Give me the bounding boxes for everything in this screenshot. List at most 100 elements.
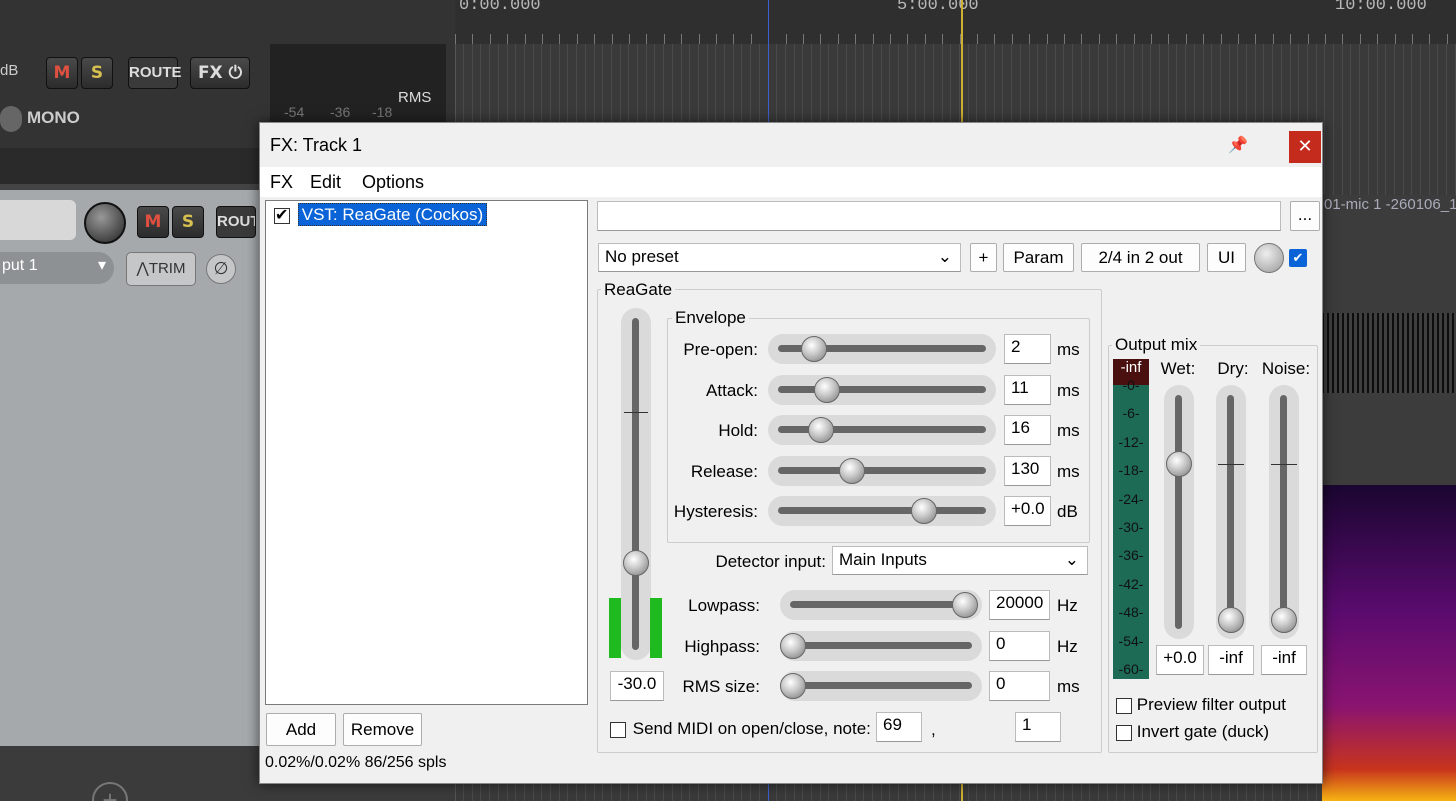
dry-knob[interactable]	[1218, 607, 1244, 633]
remove-button[interactable]: Remove	[343, 713, 422, 746]
param-button[interactable]: Param	[1003, 243, 1074, 272]
slider-knob[interactable]	[911, 498, 937, 524]
filter-param-value[interactable]: 0	[989, 671, 1050, 701]
volume-knob-icon[interactable]	[84, 202, 126, 244]
threshold-value[interactable]: -30.0	[610, 671, 664, 701]
noise-slider[interactable]	[1269, 385, 1299, 639]
slider-knob[interactable]	[780, 673, 806, 699]
fx-button[interactable]: FX ⏻	[190, 57, 250, 89]
filter-param-slider[interactable]	[780, 630, 982, 661]
media-item[interactable]: 01-mic 1 -260106_1	[1322, 195, 1456, 801]
midi-note-field[interactable]: 69	[876, 712, 922, 742]
mono-toggle-icon[interactable]	[0, 106, 22, 132]
wet-value[interactable]: +0.0	[1156, 645, 1204, 675]
bypass-checkbox[interactable]: ✔	[1289, 249, 1307, 267]
envelope-param-value[interactable]: 2	[1004, 334, 1051, 364]
filter-param-value[interactable]: 0	[989, 630, 1050, 661]
wet-slider[interactable]	[1164, 385, 1194, 639]
dry-value[interactable]: -inf	[1208, 645, 1254, 675]
menu-bar: FX Edit Options	[260, 167, 1322, 197]
ruler-tick	[524, 34, 526, 44]
io-button[interactable]: 2/4 in 2 out	[1081, 243, 1200, 272]
menu-options[interactable]: Options	[362, 172, 424, 193]
menu-fx[interactable]: FX	[270, 172, 293, 193]
envelope-param-slider[interactable]	[768, 334, 996, 364]
slider-knob[interactable]	[808, 417, 835, 443]
pin-icon[interactable]: 📌	[1228, 135, 1248, 155]
send-midi-checkbox[interactable]	[610, 721, 626, 738]
slider-knob[interactable]	[800, 336, 827, 362]
add-track-icon[interactable]: +	[92, 782, 128, 801]
input-select[interactable]: put 1 ▾	[0, 252, 114, 284]
fx-enable-checkbox[interactable]	[274, 205, 290, 225]
wet-knob[interactable]	[1166, 451, 1192, 477]
wet-knob-icon[interactable]	[1254, 243, 1284, 273]
noise-knob[interactable]	[1271, 607, 1297, 633]
route-button-2[interactable]: ROUT	[216, 206, 256, 238]
add-preset-button[interactable]: +	[970, 243, 997, 272]
envelope-param-value[interactable]: 130	[1004, 455, 1051, 486]
detector-value: Main Inputs	[839, 550, 927, 569]
envelope-param-slider[interactable]	[768, 374, 996, 405]
threshold-slider[interactable]	[621, 308, 651, 660]
fx-list-item[interactable]: VST: ReaGate (Cockos)	[274, 203, 488, 226]
filter-param-slider[interactable]	[780, 671, 982, 701]
ruler-tick	[1412, 34, 1413, 44]
preview-filter-checkbox[interactable]	[1116, 697, 1132, 714]
menu-edit[interactable]: Edit	[310, 172, 341, 193]
filter-param-slider[interactable]	[780, 590, 982, 620]
envelope-param-slider[interactable]	[768, 455, 996, 486]
timeline-ruler[interactable]: 0:00.000 5:00.000 10:00.000	[455, 0, 1456, 44]
midi-channel-field[interactable]: 1	[1015, 712, 1061, 742]
ruler-tick	[716, 34, 717, 44]
route-button[interactable]: ROUTE	[128, 57, 182, 89]
envelope-param-value[interactable]: 16	[1004, 415, 1051, 445]
solo-button[interactable]: S	[81, 57, 113, 89]
envelope-param-label: Hold:	[718, 421, 758, 440]
mute-button-2[interactable]: M	[137, 206, 169, 238]
phase-icon[interactable]: ∅	[206, 254, 236, 284]
dry-slider[interactable]	[1216, 385, 1246, 639]
slider-knob[interactable]	[952, 592, 979, 618]
envelope-param-slider[interactable]	[768, 496, 996, 526]
trim-button[interactable]: ⋀TRIM	[126, 252, 196, 286]
noise-value[interactable]: -inf	[1261, 645, 1307, 675]
plugin-text-field[interactable]	[597, 201, 1281, 231]
ruler-tick	[1151, 34, 1152, 44]
meter-scale-label: -24-	[1118, 490, 1144, 507]
wet-label: Wet:	[1160, 359, 1196, 378]
ruler-tick	[1011, 34, 1013, 44]
track-name-field[interactable]	[0, 200, 76, 240]
ruler-tick	[750, 34, 752, 44]
add-button[interactable]: Add	[266, 713, 336, 746]
invert-gate-checkbox[interactable]	[1116, 724, 1132, 741]
ruler-tick	[1359, 34, 1361, 44]
meter-scale-label: -30-	[1118, 519, 1144, 535]
filter-param-unit: Hz	[1057, 636, 1078, 656]
solo-button-2[interactable]: S	[172, 206, 204, 238]
detector-select[interactable]: Main Inputs ⌄	[832, 546, 1088, 575]
more-button[interactable]: ...	[1290, 201, 1320, 231]
send-midi-row: Send MIDI on open/close, note:	[610, 719, 871, 739]
chevron-down-icon: ▾	[97, 257, 106, 274]
fx-chain-list[interactable]: VST: ReaGate (Cockos)	[265, 200, 588, 705]
fx-window: FX: Track 1 📌 ✕ FX Edit Options VST: Rea…	[259, 122, 1323, 784]
mute-button[interactable]: M	[46, 57, 78, 89]
close-button[interactable]: ✕	[1289, 131, 1321, 163]
envelope-param-value[interactable]: +0.0	[1004, 496, 1051, 526]
threshold-knob[interactable]	[623, 550, 649, 576]
slider-knob[interactable]	[838, 457, 865, 484]
slider-knob[interactable]	[814, 376, 841, 403]
preset-select[interactable]: No preset ⌄	[598, 243, 961, 272]
ruler-tick	[489, 34, 491, 44]
ui-button[interactable]: UI	[1207, 243, 1246, 272]
title-bar[interactable]: FX: Track 1 📌 ✕	[260, 123, 1322, 167]
slider-knob[interactable]	[780, 632, 806, 659]
send-midi-label: Send MIDI on open/close, note:	[632, 719, 871, 738]
ruler-tick	[1255, 34, 1257, 44]
meter-scale-label: -54-	[1118, 632, 1144, 649]
envelope-param-value[interactable]: 11	[1004, 374, 1051, 405]
filter-param-value[interactable]: 20000	[989, 590, 1050, 620]
filter-param-label: RMS size:	[682, 677, 760, 696]
envelope-param-slider[interactable]	[768, 415, 996, 445]
